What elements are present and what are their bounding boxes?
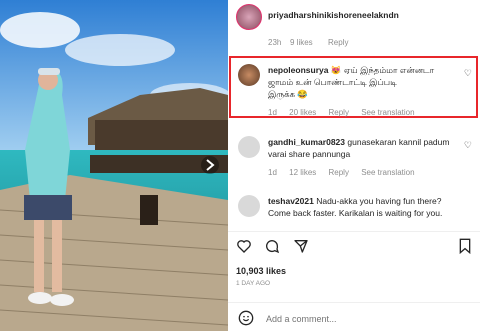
likes-count[interactable]: 10,903 likes — [236, 266, 480, 276]
meta-time: 1d — [268, 168, 277, 177]
post-photo[interactable] — [0, 0, 228, 331]
action-bar — [236, 238, 317, 259]
meta-likes[interactable]: 20 likes — [289, 108, 316, 117]
add-comment-input[interactable] — [264, 309, 468, 329]
comment-bubble-icon[interactable] — [264, 238, 280, 254]
commenter-username[interactable]: gandhi_kumar0823 — [268, 137, 345, 147]
meta-translation[interactable]: See translation — [361, 168, 414, 177]
meta-time: 1d — [268, 108, 277, 117]
commenter-username[interactable]: nepoleonsurya — [268, 65, 328, 75]
commenter-username[interactable]: teshav2021 — [268, 196, 314, 206]
author-avatar[interactable] — [236, 4, 262, 30]
next-arrow-bg — [201, 156, 219, 174]
comment-text-line3: இருக்க 😂 — [268, 89, 308, 99]
caption-likes[interactable]: 9 likes — [290, 38, 313, 47]
save-bookmark-icon[interactable] — [458, 238, 472, 254]
commenter-avatar[interactable] — [238, 64, 260, 86]
comment-meta-row: 1d 12 likes Reply See translation — [268, 168, 480, 177]
beach-resort-photo — [0, 0, 228, 331]
share-paper-plane-icon[interactable] — [293, 238, 309, 254]
comment-teshav: teshav2021 Nadu-akka you having fun ther… — [228, 195, 480, 229]
post-age: 1 DAY AGO — [236, 280, 271, 287]
caption-time: 23h — [268, 38, 282, 47]
like-comment-heart-icon[interactable]: ♡ — [464, 68, 472, 79]
commenter-avatar-default[interactable] — [238, 136, 260, 158]
divider — [228, 231, 480, 232]
like-comment-heart-icon[interactable]: ♡ — [464, 140, 472, 151]
comment-text-line2: ஜாமம் உன் பொண்டாட்டி இப்படி — [268, 77, 397, 87]
caption-meta: 23h 9 likes Reply — [228, 38, 480, 50]
comment-emoji: 😻 — [330, 65, 342, 75]
comment-text-line1: ஏய் இந்தம்மா என்னடா — [343, 65, 435, 75]
divider — [228, 302, 480, 303]
caption-reply[interactable]: Reply — [328, 38, 348, 47]
like-heart-icon[interactable] — [236, 238, 252, 254]
meta-translation[interactable]: See translation — [361, 108, 414, 117]
add-comment-bar — [228, 309, 480, 329]
comments-panel: priyadharshinikishoreneelakndn 23h 9 lik… — [228, 0, 480, 331]
meta-likes[interactable]: 12 likes — [289, 168, 316, 177]
author-username[interactable]: priyadharshinikishoreneelakndn — [268, 10, 399, 20]
comment-meta-row: 1d 20 likes Reply See translation — [268, 108, 480, 117]
commenter-avatar-default[interactable] — [238, 195, 260, 217]
meta-reply[interactable]: Reply — [329, 108, 349, 117]
post-header: priyadharshinikishoreneelakndn — [228, 4, 480, 30]
meta-reply[interactable]: Reply — [329, 168, 349, 177]
emoji-smiley-icon[interactable] — [238, 310, 254, 326]
